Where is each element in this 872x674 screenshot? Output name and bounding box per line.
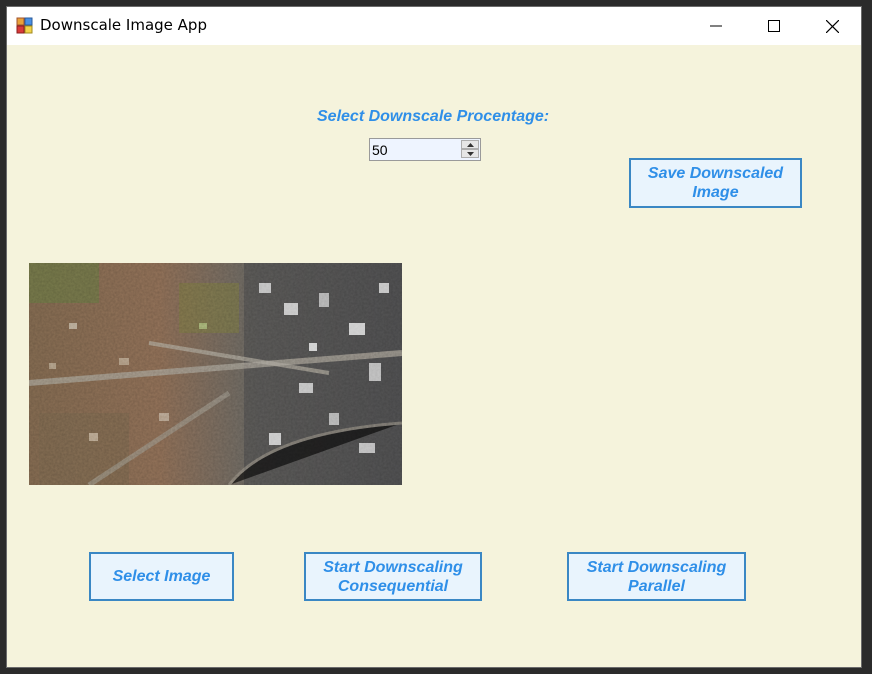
window-title: Downscale Image App	[40, 16, 207, 34]
downscale-percentage-stepper[interactable]	[369, 138, 481, 161]
close-icon	[825, 19, 839, 33]
maximize-button[interactable]	[745, 7, 803, 45]
start-downscaling-parallel-button[interactable]: Start Downscaling Parallel	[567, 552, 746, 601]
maximize-icon	[768, 20, 780, 32]
stepper-buttons	[461, 140, 479, 159]
save-downscaled-image-button[interactable]: Save Downscaled Image	[629, 158, 802, 208]
downscale-percentage-input[interactable]	[372, 141, 458, 158]
minimize-button[interactable]	[687, 7, 745, 45]
stepper-up-button[interactable]	[461, 140, 479, 149]
downscale-percentage-label: Select Downscale Procentage:	[317, 108, 550, 125]
arrow-down-icon	[466, 151, 474, 156]
app-window: Downscale Image App Select Downscale Pro…	[6, 6, 862, 668]
app-icon	[16, 17, 33, 34]
aerial-city-image	[29, 263, 402, 485]
minimize-icon	[710, 20, 722, 32]
select-image-button[interactable]: Select Image	[89, 552, 234, 601]
start-downscaling-consequential-button[interactable]: Start Downscaling Consequential	[304, 552, 482, 601]
close-button[interactable]	[803, 7, 861, 45]
title-bar[interactable]: Downscale Image App	[7, 7, 861, 45]
arrow-up-icon	[466, 142, 474, 147]
stepper-down-button[interactable]	[461, 149, 479, 158]
